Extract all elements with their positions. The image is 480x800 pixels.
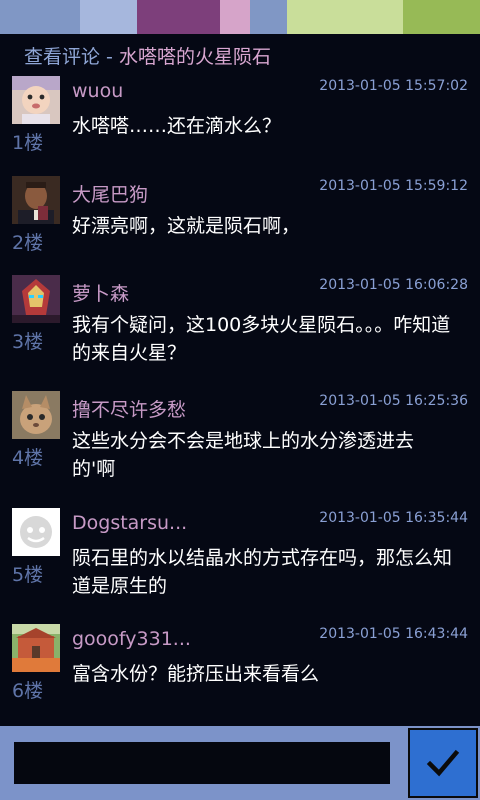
comment-item[interactable]: 6楼 gooofy331... 2013-01-05 16:43:44 富含水份… (0, 616, 480, 716)
floor-number: 3楼 (12, 331, 44, 353)
comment-list[interactable]: 1楼 wuou 2013-01-05 15:57:02 水嗒嗒……还在滴水么？ … (0, 68, 480, 718)
comment-item[interactable]: 2楼 大尾巴狗 2013-01-05 15:59:12 好漂亮啊，这就是陨石啊， (0, 168, 480, 268)
floor-number: 1楼 (12, 132, 44, 154)
floor-number: 5楼 (12, 564, 44, 586)
checkmark-icon (426, 749, 460, 777)
comment-text: 我有个疑问，这100多块火星陨石。。。咋知道的来自火星？ (72, 314, 451, 364)
username[interactable]: 大尾巴狗 (72, 180, 148, 207)
comment-text: 水嗒嗒……还在滴水么？ (72, 115, 282, 137)
username[interactable]: gooofy331... (72, 628, 191, 650)
timestamp: 2013-01-05 16:06:28 (319, 277, 468, 293)
username[interactable]: Dogstarsu... (72, 512, 187, 534)
avatar (12, 76, 60, 124)
comment-input[interactable] (14, 742, 390, 784)
timestamp: 2013-01-05 15:59:12 (319, 178, 468, 194)
color-segment (80, 0, 137, 34)
comment-item[interactable]: 4楼 撸不尽许多愁 2013-01-05 16:25:36 这些水分会不会是地球… (0, 383, 480, 499)
timestamp: 2013-01-05 16:43:44 (319, 626, 468, 642)
comment-text: 好漂亮啊，这就是陨石啊， (72, 215, 301, 237)
username[interactable]: 萝卜森 (72, 279, 129, 306)
send-button[interactable] (408, 728, 478, 798)
color-segment (0, 0, 80, 34)
avatar (12, 624, 60, 672)
comment-item[interactable]: 3楼 萝卜森 2013-01-05 16:06:28 我有个疑问，这100多块火… (0, 267, 480, 383)
comment-text: 这些水分会不会是地球上的水分渗透进去的'啊 (72, 430, 415, 480)
timestamp: 2013-01-05 16:25:36 (319, 393, 468, 409)
comment-item[interactable]: 1楼 wuou 2013-01-05 15:57:02 水嗒嗒……还在滴水么？ (0, 68, 480, 168)
avatar (12, 275, 60, 323)
page-title-name: 水嗒嗒的火星陨石 (118, 46, 271, 68)
color-segment (137, 0, 220, 34)
comment-item[interactable]: 5楼 Dogstarsu... 2013-01-05 16:35:44 陨石里的… (0, 500, 480, 616)
color-segment (403, 0, 480, 34)
comment-composer (0, 726, 480, 800)
color-segment (250, 0, 287, 34)
comment-text: 富含水份？能挤压出来看看么 (72, 663, 320, 685)
floor-number: 4楼 (12, 447, 44, 469)
timestamp: 2013-01-05 16:35:44 (319, 510, 468, 526)
timestamp: 2013-01-05 15:57:02 (319, 78, 468, 94)
comment-text: 陨石里的水以结晶水的方式存在吗，那怎么知道是原生的 (72, 547, 453, 597)
avatar (12, 176, 60, 224)
color-segment (220, 0, 250, 34)
top-color-bar (0, 0, 480, 34)
avatar (12, 391, 60, 439)
color-segment (287, 0, 403, 34)
page-title: 查看评论 - 水嗒嗒的火星陨石 (24, 42, 271, 69)
username[interactable]: 撸不尽许多愁 (72, 395, 186, 422)
floor-number: 6楼 (12, 680, 44, 702)
avatar (12, 508, 60, 556)
page-title-prefix: 查看评论 - (24, 46, 119, 68)
floor-number: 2楼 (12, 232, 44, 254)
username[interactable]: wuou (72, 80, 123, 102)
